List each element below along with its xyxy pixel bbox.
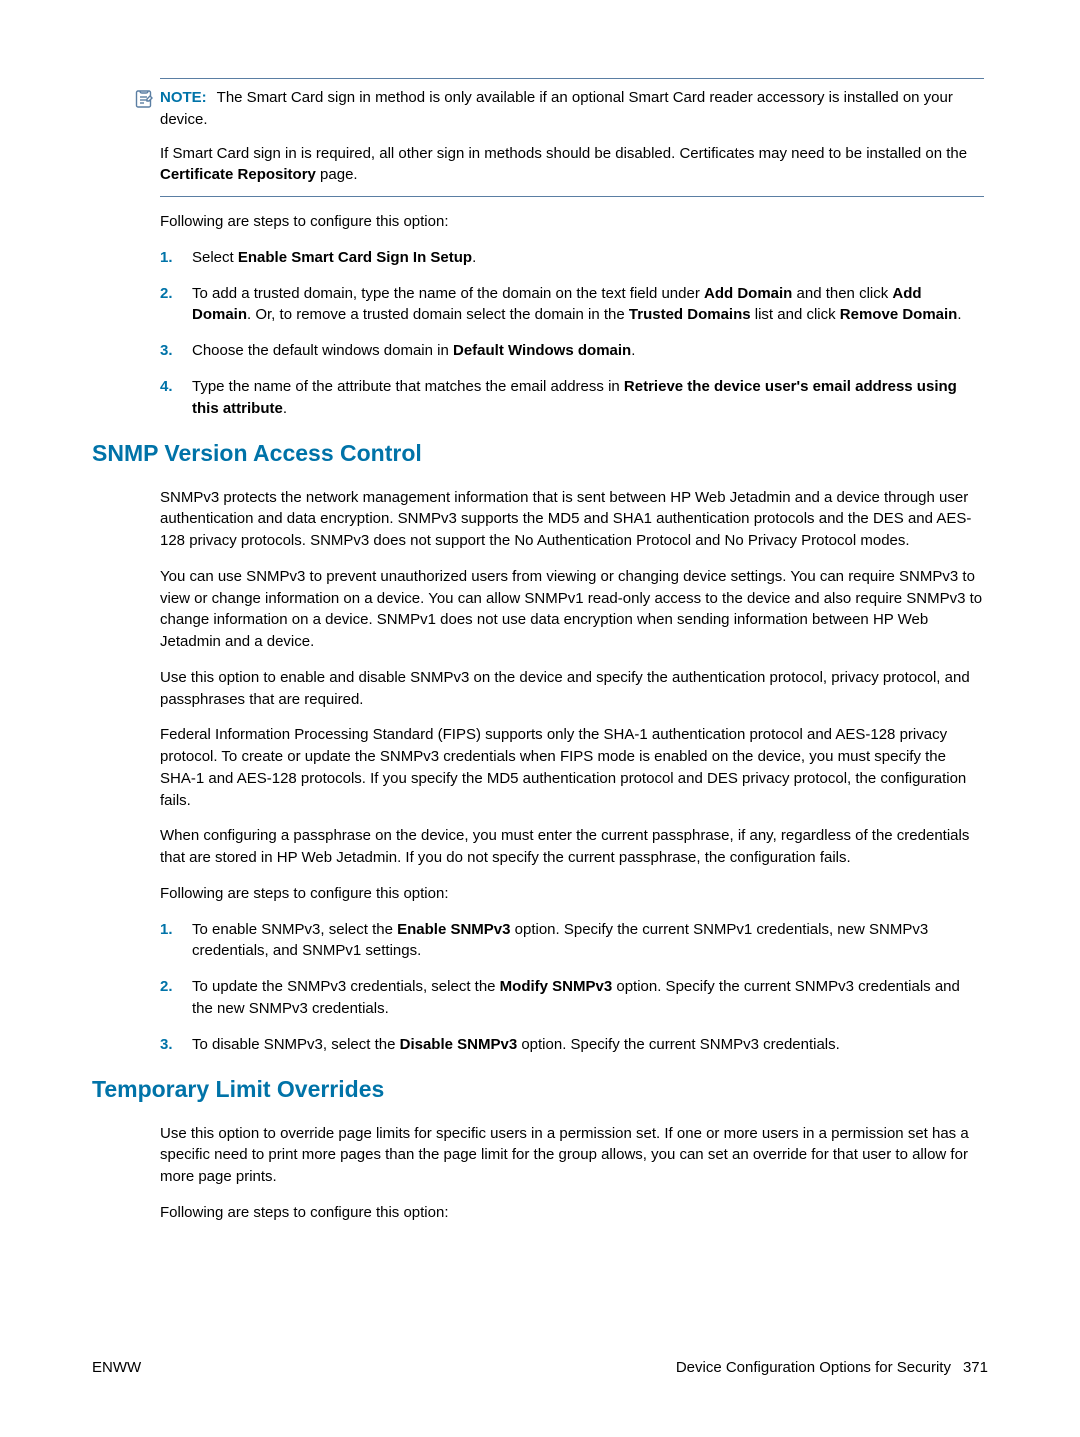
smartcard-steps: 1.Select Enable Smart Card Sign In Setup…	[160, 247, 984, 420]
page-footer: ENWW Device Configuration Options for Se…	[92, 1357, 988, 1379]
note-text-1: The Smart Card sign in method is only av…	[160, 89, 953, 128]
tlo-p1: Use this option to override page limits …	[160, 1123, 984, 1188]
footer-left: ENWW	[92, 1357, 141, 1379]
list-item: 4.Type the name of the attribute that ma…	[192, 376, 984, 420]
snmp-p4: Federal Information Processing Standard …	[160, 724, 984, 811]
snmp-p1: SNMPv3 protects the network management i…	[160, 487, 984, 552]
list-item: 2.To add a trusted domain, type the name…	[192, 283, 984, 327]
list-item: 1.Select Enable Smart Card Sign In Setup…	[192, 247, 984, 269]
page-content: NOTE:The Smart Card sign in method is on…	[92, 78, 988, 1224]
snmp-steps: 1.To enable SNMPv3, select the Enable SN…	[160, 919, 984, 1056]
snmp-p2: You can use SNMPv3 to prevent unauthoriz…	[160, 566, 984, 653]
snmp-p5: When configuring a passphrase on the dev…	[160, 825, 984, 869]
footer-right: Device Configuration Options for Securit…	[676, 1357, 988, 1379]
smartcard-steps-intro: Following are steps to configure this op…	[160, 211, 984, 233]
note-paragraph-1: NOTE:The Smart Card sign in method is on…	[160, 87, 984, 131]
tlo-steps-intro: Following are steps to configure this op…	[160, 1202, 984, 1224]
note-label: NOTE:	[160, 89, 207, 106]
snmp-p3: Use this option to enable and disable SN…	[160, 667, 984, 711]
list-item: 1.To enable SNMPv3, select the Enable SN…	[192, 919, 984, 963]
note-paragraph-2: If Smart Card sign in is required, all o…	[160, 143, 984, 187]
snmp-steps-intro: Following are steps to configure this op…	[160, 883, 984, 905]
note-icon	[134, 89, 154, 116]
snmp-heading: SNMP Version Access Control	[92, 437, 984, 470]
list-item: 3.Choose the default windows domain in D…	[192, 340, 984, 362]
tlo-heading: Temporary Limit Overrides	[92, 1073, 984, 1106]
page-number: 371	[963, 1359, 988, 1376]
note-box: NOTE:The Smart Card sign in method is on…	[160, 78, 984, 197]
list-item: 2.To update the SNMPv3 credentials, sele…	[192, 976, 984, 1020]
list-item: 3.To disable SNMPv3, select the Disable …	[192, 1034, 984, 1056]
